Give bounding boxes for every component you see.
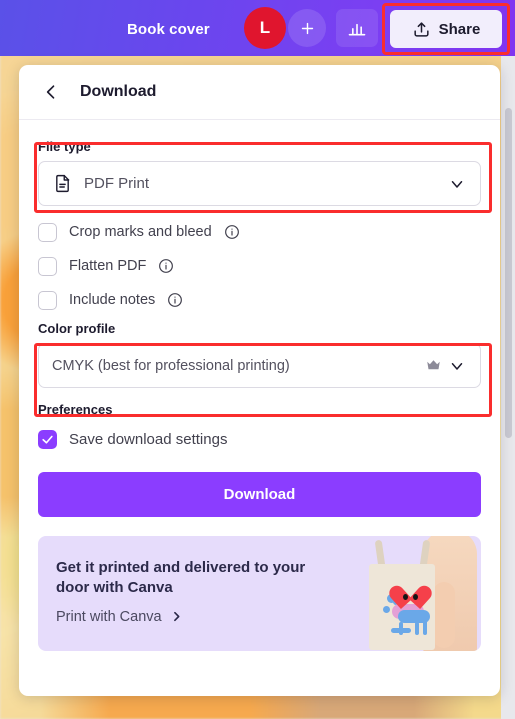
print-with-canva-link[interactable]: Print with Canva (56, 609, 318, 625)
save-download-settings-row[interactable]: Save download settings (38, 424, 481, 454)
pdf-file-icon (52, 173, 73, 194)
chevron-down-icon (448, 357, 466, 375)
option-row-crop-marks[interactable]: Crop marks and bleed (38, 217, 481, 247)
promo-link-label: Print with Canva (56, 608, 162, 625)
file-type-value: PDF Print (84, 175, 150, 192)
include-notes-label: Include notes (69, 292, 156, 308)
download-panel: Download File type PDF Print Crop marks … (19, 65, 500, 696)
color-profile-group: Color profile CMYK (best for professiona… (38, 315, 481, 388)
option-row-flatten-pdf[interactable]: Flatten PDF (38, 251, 481, 281)
promo-title: Get it printed and delivered to your doo… (56, 559, 306, 597)
avatar-initial: L (259, 18, 271, 37)
save-download-settings-checkbox[interactable] (38, 429, 57, 449)
preferences-label: Preferences (38, 402, 113, 417)
page-title: Download (80, 83, 157, 100)
chevron-left-icon (41, 82, 61, 102)
crop-marks-label: Crop marks and bleed (69, 224, 212, 240)
info-icon[interactable] (158, 258, 174, 274)
bar-chart-icon (347, 18, 367, 38)
back-button[interactable] (38, 79, 64, 105)
share-button-highlight (382, 3, 510, 55)
bag-eye (403, 594, 408, 600)
flatten-pdf-label: Flatten PDF (69, 258, 147, 274)
color-profile-value: CMYK (best for professional printing) (52, 357, 290, 374)
analytics-button[interactable] (336, 9, 378, 47)
file-type-label: File type (38, 139, 91, 154)
file-type-select[interactable]: PDF Print (38, 161, 481, 206)
download-panel-body: File type PDF Print Crop marks and bleed… (19, 120, 500, 651)
preferences-group: Preferences Save download settings (38, 402, 481, 454)
person-arm-shape (433, 582, 455, 648)
flatten-pdf-checkbox[interactable] (38, 256, 57, 276)
color-profile-label: Color profile (38, 321, 116, 336)
chevron-down-icon (448, 175, 466, 193)
plus-icon (299, 20, 316, 37)
option-row-include-notes[interactable]: Include notes (38, 285, 481, 315)
print-with-canva-promo-card[interactable]: Get it printed and delivered to your doo… (38, 536, 481, 651)
promo-text-wrap: Get it printed and delivered to your doo… (56, 558, 318, 625)
avatar[interactable]: L (244, 7, 286, 49)
color-profile-select[interactable]: CMYK (best for professional printing) (38, 343, 481, 388)
add-collaborator-button[interactable] (288, 9, 326, 47)
bag-eye (413, 594, 418, 600)
chevron-right-icon (170, 610, 183, 623)
download-button[interactable]: Download (38, 472, 481, 517)
download-panel-header: Download (19, 65, 500, 120)
info-icon[interactable] (224, 224, 240, 240)
save-download-settings-label: Save download settings (69, 430, 228, 448)
pdf-options-group: Crop marks and bleed Flatten PDF Include… (38, 217, 481, 315)
bag-dash-shape (391, 628, 411, 633)
info-icon[interactable] (167, 292, 183, 308)
download-button-label: Download (223, 486, 296, 503)
crown-icon (426, 359, 441, 372)
file-type-group: File type PDF Print (38, 120, 481, 206)
canvas-scrollbar-thumb[interactable] (505, 108, 512, 438)
document-title[interactable]: Book cover (127, 21, 210, 38)
top-toolbar: Book cover L Share (0, 0, 515, 56)
tote-bag-illustration (343, 536, 481, 651)
bag-dot (383, 606, 390, 613)
crop-marks-checkbox[interactable] (38, 222, 57, 242)
bag-leg (415, 622, 419, 635)
bag-leg (423, 620, 427, 635)
include-notes-checkbox[interactable] (38, 290, 57, 310)
